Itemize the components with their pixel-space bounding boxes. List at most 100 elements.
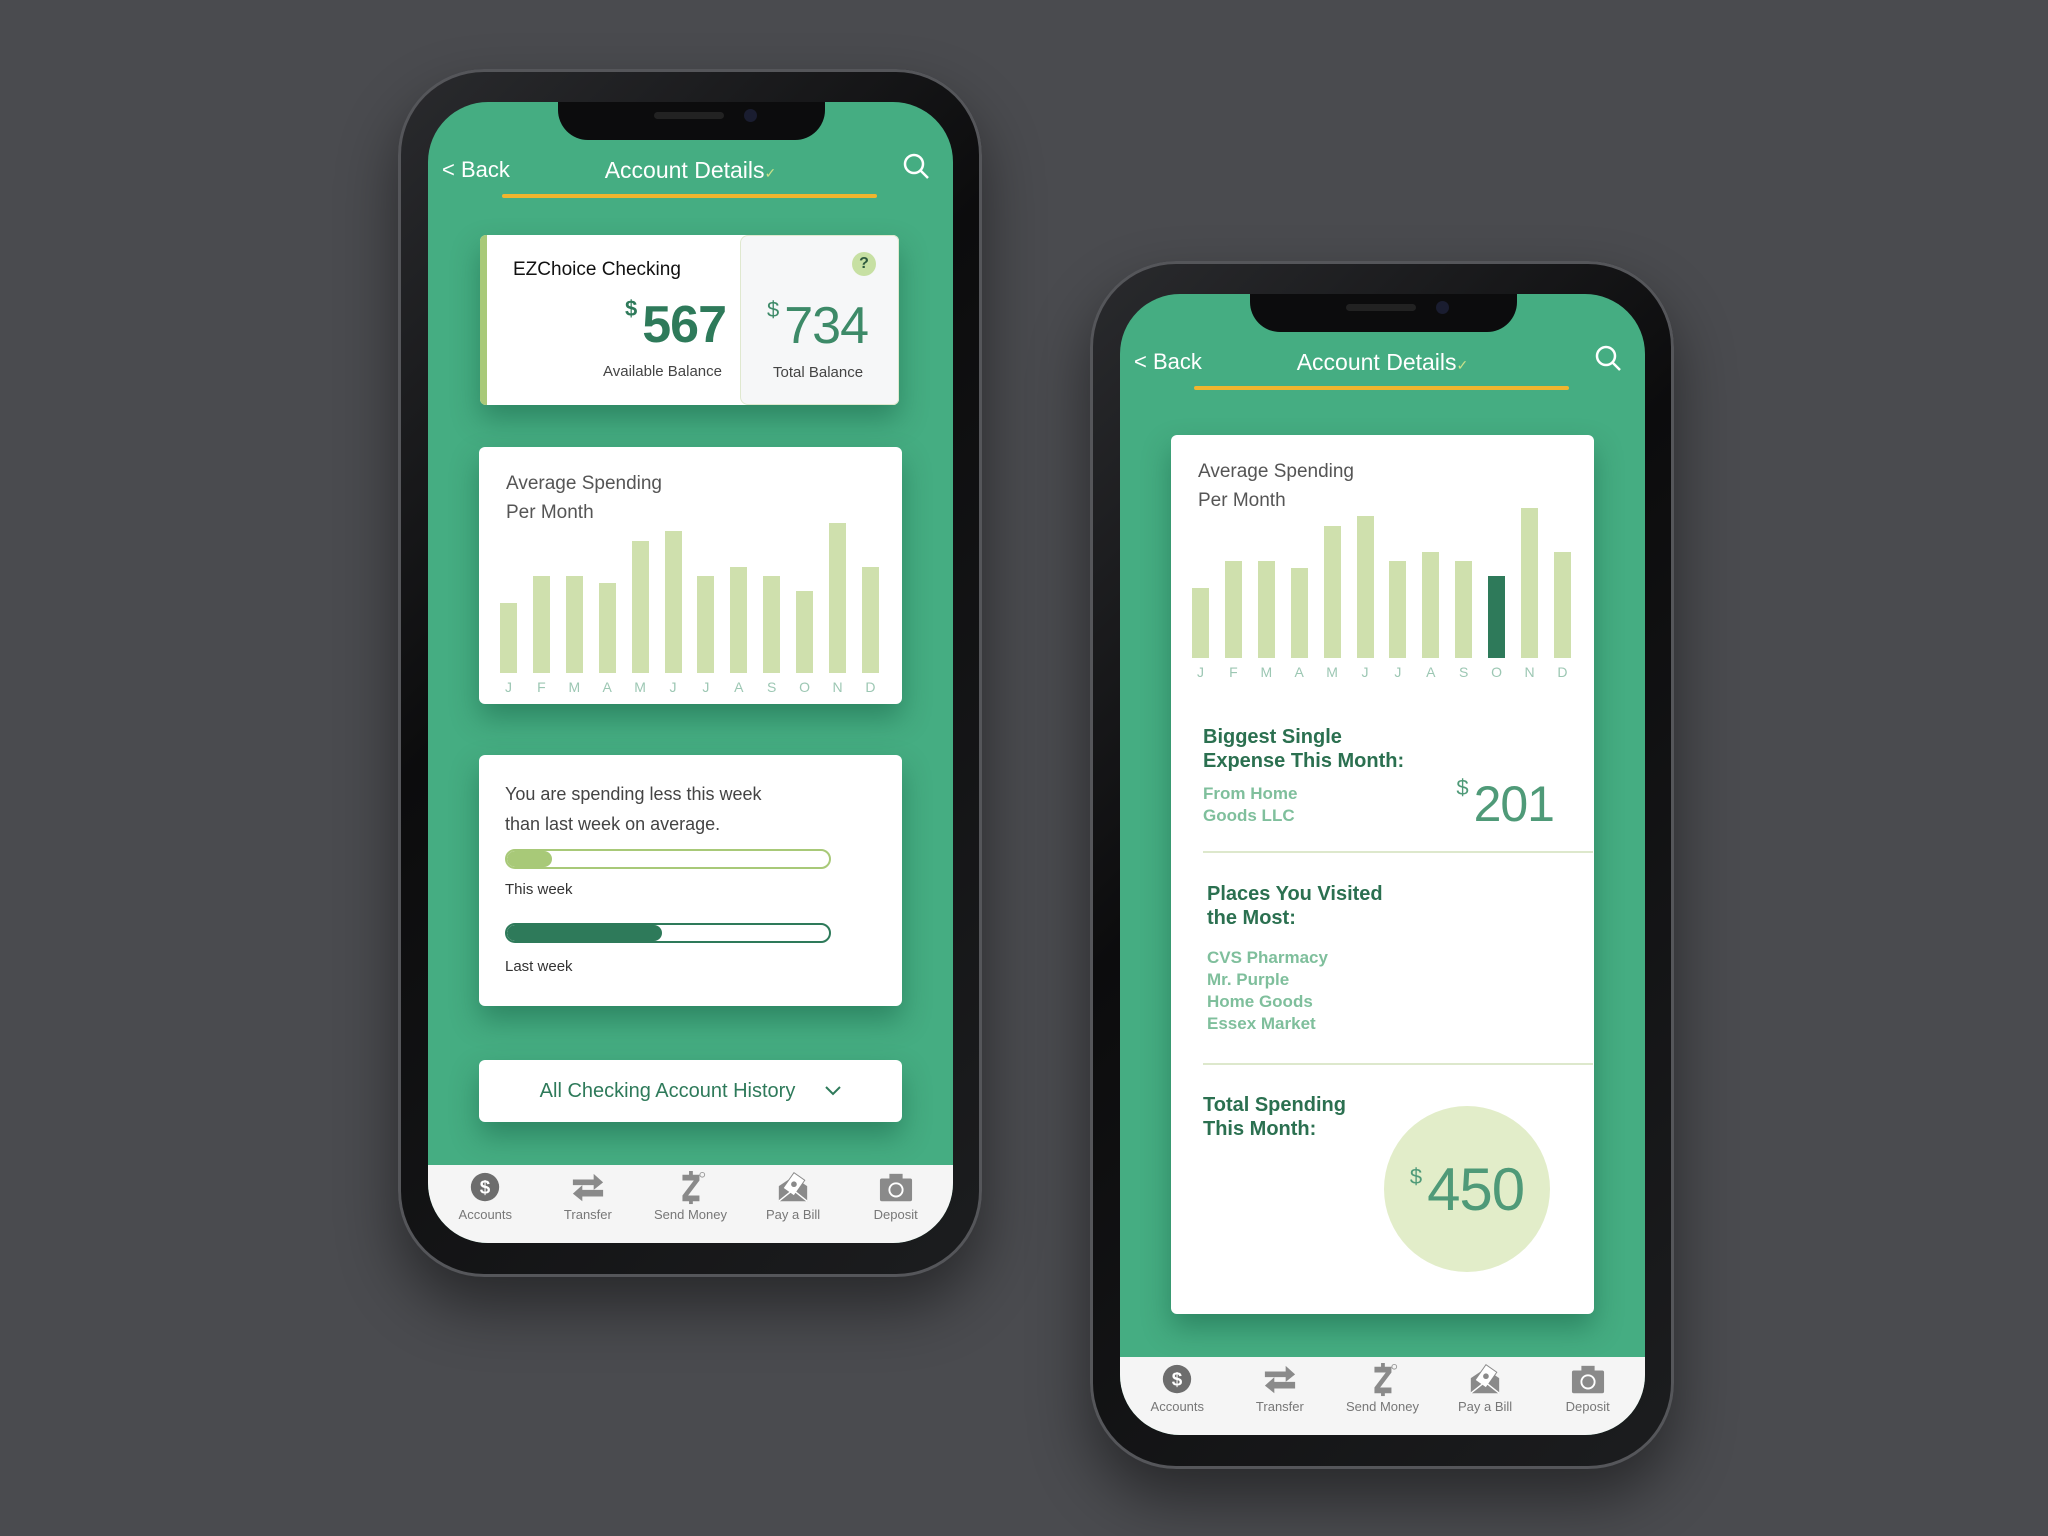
bar-0[interactable]: [500, 602, 517, 673]
bar-10[interactable]: [829, 523, 846, 673]
month-label: M: [634, 679, 646, 695]
month-label: A: [734, 679, 744, 695]
camera-icon: [879, 1173, 912, 1202]
help-icon[interactable]: ?: [852, 252, 876, 276]
month-label: O: [1491, 664, 1503, 680]
bar-10[interactable]: [1521, 508, 1538, 658]
title-text: Account Details: [604, 157, 765, 183]
available-label: Available Balance: [603, 363, 722, 380]
bar-4[interactable]: [631, 541, 649, 673]
bar-6[interactable]: [697, 575, 715, 673]
tab-label: Transfer: [1255, 1399, 1304, 1414]
bar-9[interactable]: [796, 590, 814, 673]
tab-label: Pay a Bill: [765, 1207, 821, 1222]
tab-pay-a-bill[interactable]: Pay a Bill: [1435, 1363, 1535, 1435]
place-item[interactable]: Home Goods: [1207, 991, 1328, 1013]
bar-4[interactable]: [1323, 526, 1341, 658]
page-title[interactable]: Account Details✓: [1120, 349, 1645, 376]
biggest-expense-merchant: From Home Goods LLC: [1203, 784, 1298, 825]
bar-7[interactable]: [730, 566, 748, 673]
tab-deposit[interactable]: Deposit: [1538, 1363, 1638, 1435]
month-label: D: [865, 679, 876, 695]
title-text: Account Details: [1296, 349, 1457, 375]
tab-label: Send Money: [1345, 1399, 1419, 1414]
bottom-tab-bar: $ Accounts Transfer Send Money Pay a Bill Dep…: [1120, 1357, 1645, 1435]
last-week-progress-bar: [505, 923, 831, 943]
tab-send-money[interactable]: Send Money: [640, 1171, 740, 1243]
chevron-down-icon: ✓: [1456, 357, 1469, 373]
last-week-label: Last week: [505, 958, 573, 975]
month-label: F: [1229, 664, 1238, 680]
bar-3[interactable]: [598, 583, 616, 673]
place-item[interactable]: Essex Market: [1207, 1013, 1328, 1035]
tab-pay-a-bill[interactable]: Pay a Bill: [743, 1171, 843, 1243]
bar-3[interactable]: [1290, 568, 1308, 658]
envelope-bill-icon: [1470, 1364, 1500, 1394]
divider: [1203, 1063, 1593, 1065]
biggest-expense-title: Biggest Single Expense This Month:: [1203, 726, 1405, 772]
tab-accounts[interactable]: $ Accounts: [435, 1171, 535, 1243]
zelle-icon: [682, 1171, 706, 1205]
dollar-icon: $: [1163, 1364, 1192, 1394]
tab-send-money[interactable]: Send Money: [1332, 1363, 1432, 1435]
tab-transfer[interactable]: Transfer: [1230, 1363, 1330, 1435]
spending-details-card: Average Spending Per Month Biggest Single…: [1171, 435, 1594, 1314]
bar-11[interactable]: [861, 566, 879, 673]
phone-right: < Back Account Details✓ Average Spending…: [1090, 261, 1674, 1469]
total-label: Total Balance: [773, 364, 864, 381]
month-label: M: [1260, 664, 1273, 680]
total-balance: $734: [767, 297, 869, 355]
account-history-dropdown[interactable]: All Checking Account History: [479, 1060, 902, 1122]
month-label: J: [1197, 664, 1204, 680]
place-item[interactable]: Mr. Purple: [1207, 969, 1328, 991]
chevron-down-icon: ✓: [764, 165, 777, 181]
month-label: A: [1426, 664, 1436, 680]
total-spending-amount: $450: [1409, 1155, 1525, 1223]
bar-9[interactable]: [1488, 575, 1506, 658]
envelope-bill-icon: [778, 1172, 808, 1202]
title-underline: [502, 194, 877, 198]
bar-1[interactable]: [1224, 560, 1242, 658]
month-label: A: [1294, 664, 1304, 680]
bar-8[interactable]: [763, 575, 781, 673]
tab-label: Accounts: [458, 1207, 513, 1222]
bar-11[interactable]: [1553, 551, 1571, 658]
bar-8[interactable]: [1455, 560, 1473, 658]
this-week-progress-bar: [505, 849, 831, 869]
month-label: M: [1326, 664, 1338, 680]
biggest-expense-amount: $201: [1456, 775, 1555, 832]
places-list: CVS Pharmacy Mr. Purple Home Goods Essex…: [1207, 947, 1328, 1035]
places-title: Places You Visited the Most:: [1207, 883, 1383, 929]
month-label: J: [702, 679, 710, 695]
tab-accounts[interactable]: $ Accounts: [1127, 1363, 1227, 1435]
tab-transfer[interactable]: Transfer: [538, 1171, 638, 1243]
total-spending-title: Total Spending This Month:: [1203, 1094, 1346, 1140]
balance-card[interactable]: EZChoice Checking $567 Available Balance…: [480, 235, 899, 405]
transfer-icon: [1264, 1365, 1296, 1394]
place-item[interactable]: CVS Pharmacy: [1207, 947, 1328, 969]
month-label: J: [1361, 664, 1369, 680]
bar-7[interactable]: [1422, 551, 1440, 658]
notch: [1250, 294, 1517, 332]
month-label: O: [799, 679, 811, 695]
title-underline: [1194, 386, 1569, 390]
bar-2[interactable]: [1257, 560, 1275, 658]
page-title[interactable]: Account Details✓: [428, 157, 953, 184]
tab-label: Pay a Bill: [1457, 1399, 1513, 1414]
search-icon[interactable]: [1594, 344, 1622, 372]
camera-icon: [1571, 1365, 1604, 1394]
available-balance: $567: [624, 296, 727, 354]
spending-chart-card: Average Spending Per Month J F M A M J J A S O N D: [479, 447, 902, 704]
tab-label: Deposit: [1565, 1399, 1610, 1414]
bar-0[interactable]: [1192, 587, 1209, 658]
bar-5[interactable]: [1356, 515, 1374, 658]
bar-2[interactable]: [565, 575, 583, 673]
month-label: N: [832, 679, 843, 695]
search-icon[interactable]: [902, 152, 930, 180]
chart-title: Average Spending Per Month: [506, 473, 662, 523]
bar-1[interactable]: [532, 575, 550, 673]
tab-deposit[interactable]: Deposit: [846, 1171, 946, 1243]
total-section: ? $734 Total Balance: [740, 235, 899, 405]
bar-5[interactable]: [664, 530, 682, 673]
bar-6[interactable]: [1389, 560, 1407, 658]
